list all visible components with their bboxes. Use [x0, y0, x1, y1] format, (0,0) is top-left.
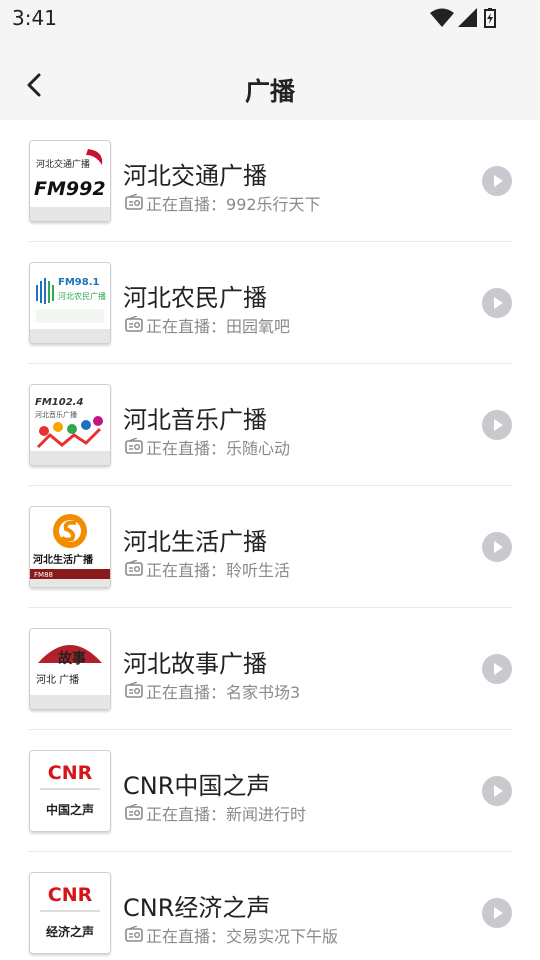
page-title: 广播	[244, 77, 295, 106]
svg-text:CNR: CNR	[48, 884, 93, 906]
play-button-icon[interactable]	[482, 776, 512, 806]
svg-text:河北生活广播: 河北生活广播	[33, 553, 94, 566]
play-button-icon[interactable]	[482, 532, 512, 562]
station-item-hebei-life[interactable]: 河北生活广播 FM88 河北生活广播 正在直播：聆听生活	[0, 486, 540, 608]
station-logo: 故事 河北 广播	[29, 628, 111, 710]
app-bar: 广播	[0, 36, 540, 120]
station-logo: CNR 中国之声	[29, 750, 111, 832]
program-name: 992乐行天下	[226, 195, 321, 214]
live-prefix: 正在直播：	[146, 439, 227, 458]
radio-icon	[125, 560, 143, 576]
svg-text:河北 广播: 河北 广播	[36, 673, 79, 686]
station-list[interactable]: 河北交通广播 FM992 河北交通广播 正在直播：992乐行天下 FM98.1 …	[0, 120, 540, 960]
program-name: 新闻进行时	[226, 805, 307, 824]
play-button-icon[interactable]	[482, 654, 512, 684]
cnr-logo-icon: CNR 经济之声	[30, 873, 110, 953]
status-icons	[420, 8, 500, 28]
station-name: 河北农民广播	[123, 284, 267, 312]
play-button-icon[interactable]	[482, 166, 512, 196]
live-prefix: 正在直播：	[146, 561, 227, 580]
station-item-hebei-music[interactable]: FM102.4 河北音乐广播 河北音乐广播 正在直播：乐随心动	[0, 364, 540, 486]
cnr-logo-icon: CNR 中国之声	[30, 751, 110, 831]
play-button-icon[interactable]	[482, 288, 512, 318]
status-time: 3:41	[12, 6, 57, 30]
svg-text:CNR: CNR	[48, 762, 93, 784]
live-prefix: 正在直播：	[146, 683, 227, 702]
program-name: 乐随心动	[226, 439, 291, 458]
station-item-hebei-farmer[interactable]: FM98.1 河北农民广播 河北农民广播 正在直播：田园氧吧	[0, 242, 540, 364]
radio-icon	[125, 316, 143, 332]
station-name: CNR经济之声	[123, 894, 271, 922]
station-item-cnr-voice-of-china[interactable]: CNR 中国之声 CNR中国之声 正在直播：新闻进行时	[0, 730, 540, 852]
svg-text:故事: 故事	[58, 650, 86, 667]
play-button-icon[interactable]	[482, 898, 512, 928]
station-logo: FM98.1 河北农民广播	[29, 262, 111, 344]
live-prefix: 正在直播：	[146, 317, 227, 336]
radio-icon	[125, 926, 143, 942]
live-prefix: 正在直播：	[146, 195, 227, 214]
fm1024-logo-icon: FM102.4 河北音乐广播	[30, 385, 110, 465]
radio-icon	[125, 194, 143, 210]
program-name: 交易实况下午版	[226, 927, 339, 946]
station-item-cnr-economy[interactable]: CNR 经济之声 CNR经济之声 正在直播：交易实况下午版	[0, 852, 540, 960]
fm992-logo-icon: 河北交通广播 FM992	[30, 141, 110, 221]
live-prefix: 正在直播：	[146, 927, 227, 946]
svg-text:FM88: FM88	[34, 571, 53, 579]
live-prefix: 正在直播：	[146, 805, 227, 824]
station-name: 河北交通广播	[123, 162, 267, 190]
radio-icon	[125, 438, 143, 454]
program-name: 聆听生活	[226, 561, 291, 580]
fm88-logo-icon: 河北生活广播 FM88	[30, 507, 110, 587]
svg-text:FM102.4: FM102.4	[35, 397, 83, 408]
svg-text:经济之声: 经济之声	[46, 924, 94, 939]
signal-icon	[458, 8, 477, 27]
wifi-icon	[430, 8, 454, 27]
station-item-hebei-story[interactable]: 故事 河北 广播 河北故事广播 正在直播：名家书场3	[0, 608, 540, 730]
svg-text:中国之声: 中国之声	[46, 802, 94, 817]
program-name: 田园氧吧	[226, 317, 291, 336]
status-bar: 3:41	[0, 0, 540, 36]
radio-icon	[125, 804, 143, 820]
play-button-icon[interactable]	[482, 410, 512, 440]
svg-text:河北交通广播: 河北交通广播	[36, 158, 90, 170]
fm981-logo-icon: FM98.1 河北农民广播	[30, 263, 110, 343]
station-logo: CNR 经济之声	[29, 872, 111, 954]
radio-icon	[125, 682, 143, 698]
station-name: 河北生活广播	[123, 528, 267, 556]
svg-text:FM992: FM992	[34, 178, 106, 200]
svg-text:河北农民广播: 河北农民广播	[58, 291, 106, 301]
station-name: 河北故事广播	[123, 650, 267, 678]
svg-text:河北音乐广播: 河北音乐广播	[35, 410, 77, 419]
story-radio-logo-icon: 故事 河北 广播	[30, 629, 110, 709]
program-name: 名家书场3	[226, 683, 301, 702]
station-logo: 河北生活广播 FM88	[29, 506, 111, 588]
station-name: 河北音乐广播	[123, 406, 267, 434]
station-item-hebei-traffic[interactable]: 河北交通广播 FM992 河北交通广播 正在直播：992乐行天下	[0, 120, 540, 242]
station-logo: FM102.4 河北音乐广播	[29, 384, 111, 466]
station-name: CNR中国之声	[123, 772, 271, 800]
station-logo: 河北交通广播 FM992	[29, 140, 111, 222]
battery-icon	[484, 8, 496, 28]
svg-text:FM98.1: FM98.1	[58, 277, 99, 288]
